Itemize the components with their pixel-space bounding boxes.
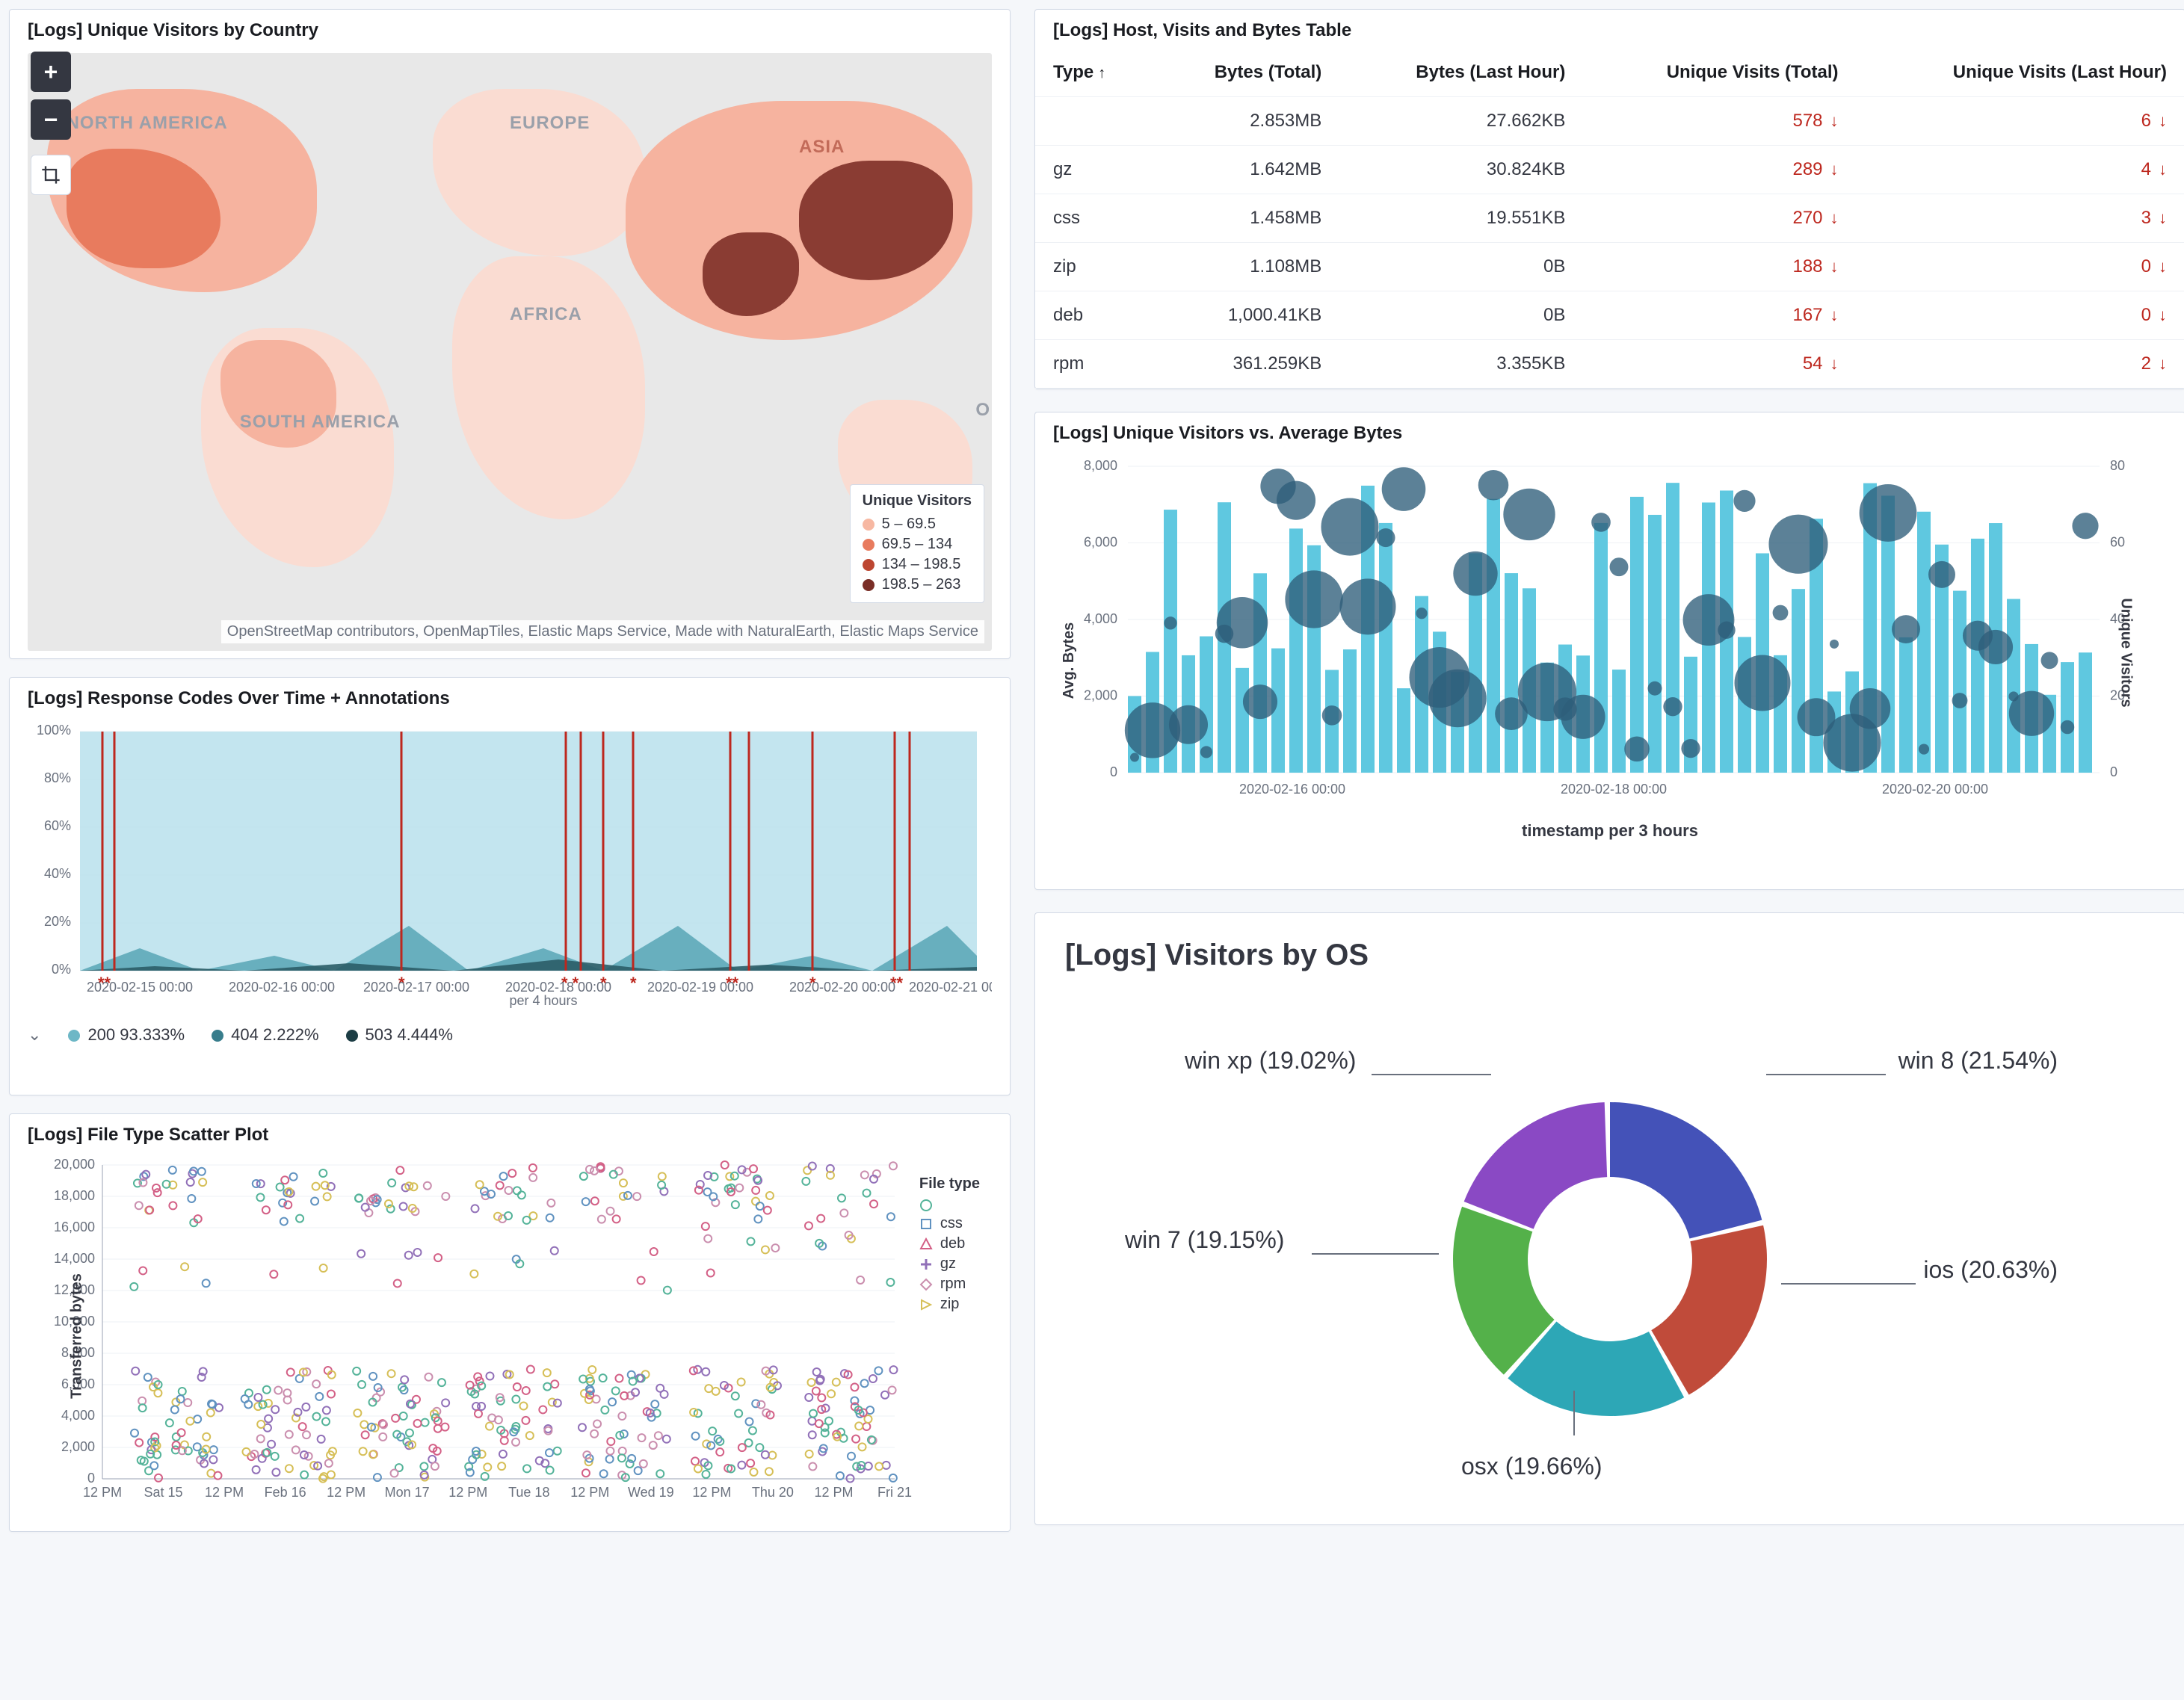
panel-visitors-vs-bytes: [Logs] Unique Visitors vs. Average Bytes… <box>1034 412 2184 890</box>
table-row[interactable]: 2.853MB27.662KB 578↓ 6↓ <box>1035 97 2184 146</box>
svg-text:60%: 60% <box>44 818 71 833</box>
map-zoom-out-button[interactable]: − <box>31 99 71 140</box>
svg-text:100%: 100% <box>37 724 71 738</box>
bubble-chart[interactable]: 0 2,000 4,000 6,000 8,000 2020-02-16 00:00 20… <box>1053 459 2174 810</box>
col-bytes-total[interactable]: Bytes (Total) <box>1151 49 1339 97</box>
svg-text:12 PM: 12 PM <box>448 1485 487 1500</box>
svg-text:0: 0 <box>87 1471 95 1486</box>
table-row[interactable]: rpm361.259KB3.355KB 54↓ 2↓ <box>1035 340 2184 389</box>
svg-text:20%: 20% <box>44 914 71 929</box>
panel-title: [Logs] Unique Visitors by Country <box>10 10 1010 49</box>
map-legend: Unique Visitors 5 – 69.5 69.5 – 134 134 … <box>850 484 984 603</box>
svg-text:60: 60 <box>2110 535 2125 550</box>
svg-text:2020-02-18 00:00: 2020-02-18 00:00 <box>505 980 611 995</box>
table-row[interactable]: zip1.108MB0B 188↓ 0↓ <box>1035 243 2184 291</box>
svg-text:2020-02-20 00:00: 2020-02-20 00:00 <box>1882 782 1988 797</box>
svg-text:0: 0 <box>2110 764 2117 779</box>
chevron-down-icon[interactable]: ⌄ <box>28 1025 41 1045</box>
svg-text:2,000: 2,000 <box>61 1439 95 1454</box>
svg-text:Feb 16: Feb 16 <box>265 1485 306 1500</box>
data-table: Type↑ Bytes (Total) Bytes (Last Hour) Un… <box>1035 49 2184 389</box>
table-row[interactable]: css1.458MB19.551KB 270↓ 3↓ <box>1035 194 2184 243</box>
panel-title: [Logs] Response Codes Over Time + Annota… <box>10 678 1010 717</box>
svg-text:12 PM: 12 PM <box>570 1485 609 1500</box>
col-uv-total[interactable]: Unique Visits (Total) <box>1583 49 1856 97</box>
svg-text:2020-02-19 00:00: 2020-02-19 00:00 <box>647 980 753 995</box>
scatter-chart[interactable]: 02,0004,0006,0008,00010,00012,00014,0001… <box>28 1157 992 1501</box>
svg-text:12 PM: 12 PM <box>814 1485 853 1500</box>
response-chart[interactable]: 100% 80% 60% 40% 20% 0% <box>28 724 992 1008</box>
svg-text:2020-02-20 00:00: 2020-02-20 00:00 <box>789 980 895 995</box>
svg-text:12 PM: 12 PM <box>692 1485 731 1500</box>
panel-response-codes: [Logs] Response Codes Over Time + Annota… <box>9 677 1011 1095</box>
svg-text:*: * <box>630 974 637 992</box>
svg-text:4,000: 4,000 <box>61 1408 95 1423</box>
panel-title: [Logs] File Type Scatter Plot <box>10 1114 1010 1153</box>
svg-text:Mon 17: Mon 17 <box>385 1485 430 1500</box>
panel-title: [Logs] Host, Visits and Bytes Table <box>1035 10 2184 49</box>
svg-text:14,000: 14,000 <box>54 1251 95 1266</box>
svg-text:2020-02-15 00:00: 2020-02-15 00:00 <box>87 980 193 995</box>
svg-text:Wed 19: Wed 19 <box>628 1485 674 1500</box>
svg-text:2020-02-18 00:00: 2020-02-18 00:00 <box>1561 782 1667 797</box>
svg-text:2020-02-16 00:00: 2020-02-16 00:00 <box>229 980 335 995</box>
panel-host-visits-bytes-table: [Logs] Host, Visits and Bytes Table Type… <box>1034 9 2184 389</box>
svg-text:20,000: 20,000 <box>54 1157 95 1172</box>
svg-text:4,000: 4,000 <box>1084 611 1117 626</box>
svg-text:12 PM: 12 PM <box>327 1485 365 1500</box>
col-uv-hour[interactable]: Unique Visits (Last Hour) <box>1857 49 2184 97</box>
panel-title: [Logs] Unique Visitors vs. Average Bytes <box>1035 412 2184 451</box>
crop-icon <box>40 164 61 185</box>
panel-title: [Logs] Visitors by OS <box>1035 913 2184 987</box>
svg-text:per 4 hours: per 4 hours <box>509 993 577 1008</box>
svg-text:16,000: 16,000 <box>54 1220 95 1234</box>
panel-visitors-by-country: [Logs] Unique Visitors by Country NORTH … <box>9 9 1011 659</box>
svg-text:Tue 18: Tue 18 <box>508 1485 549 1500</box>
map-zoom-in-button[interactable]: + <box>31 52 71 92</box>
svg-text:Sat 15: Sat 15 <box>144 1485 183 1500</box>
map-fit-button[interactable] <box>31 155 71 195</box>
svg-text:Fri 21: Fri 21 <box>877 1485 912 1500</box>
svg-text:Thu 20: Thu 20 <box>752 1485 794 1500</box>
col-type[interactable]: Type↑ <box>1035 49 1151 97</box>
svg-text:40%: 40% <box>44 866 71 881</box>
panel-visitors-by-os: [Logs] Visitors by OS win 8 (21.54%) ios… <box>1034 912 2184 1525</box>
svg-text:2020-02-17 00:00: 2020-02-17 00:00 <box>363 980 469 995</box>
svg-text:2,000: 2,000 <box>1084 688 1117 703</box>
svg-text:8,000: 8,000 <box>1084 459 1117 473</box>
col-bytes-hour[interactable]: Bytes (Last Hour) <box>1339 49 1583 97</box>
svg-text:80%: 80% <box>44 770 71 785</box>
sort-ascending-icon: ↑ <box>1098 65 1105 81</box>
svg-text:6,000: 6,000 <box>1084 535 1117 550</box>
response-legend: ⌄ 200 93.333% 404 2.222% 503 4.444% <box>28 1012 992 1045</box>
world-map[interactable]: NORTH AMERICA SOUTH AMERICA EUROPE AFRIC… <box>28 53 992 651</box>
svg-text:18,000: 18,000 <box>54 1188 95 1203</box>
scatter-legend: File type css deb gz rpm zip <box>919 1175 980 1314</box>
svg-text:12 PM: 12 PM <box>205 1485 244 1500</box>
map-attribution: OpenStreetMap contributors, OpenMapTiles… <box>221 620 984 643</box>
svg-text:0: 0 <box>1110 764 1117 779</box>
table-row[interactable]: deb1,000.41KB0B 167↓ 0↓ <box>1035 291 2184 340</box>
donut-chart[interactable]: win 8 (21.54%) ios (20.63%) osx (19.66%)… <box>1035 987 2184 1510</box>
svg-text:80: 80 <box>2110 459 2125 473</box>
panel-file-type-scatter: [Logs] File Type Scatter Plot Transferre… <box>9 1113 1011 1532</box>
svg-text:0%: 0% <box>52 962 71 977</box>
svg-text:2020-02-21 00:00: 2020-02-21 00:00 <box>909 980 992 995</box>
svg-text:2020-02-16 00:00: 2020-02-16 00:00 <box>1239 782 1345 797</box>
svg-text:12 PM: 12 PM <box>83 1485 122 1500</box>
table-row[interactable]: gz1.642MB30.824KB 289↓ 4↓ <box>1035 146 2184 194</box>
